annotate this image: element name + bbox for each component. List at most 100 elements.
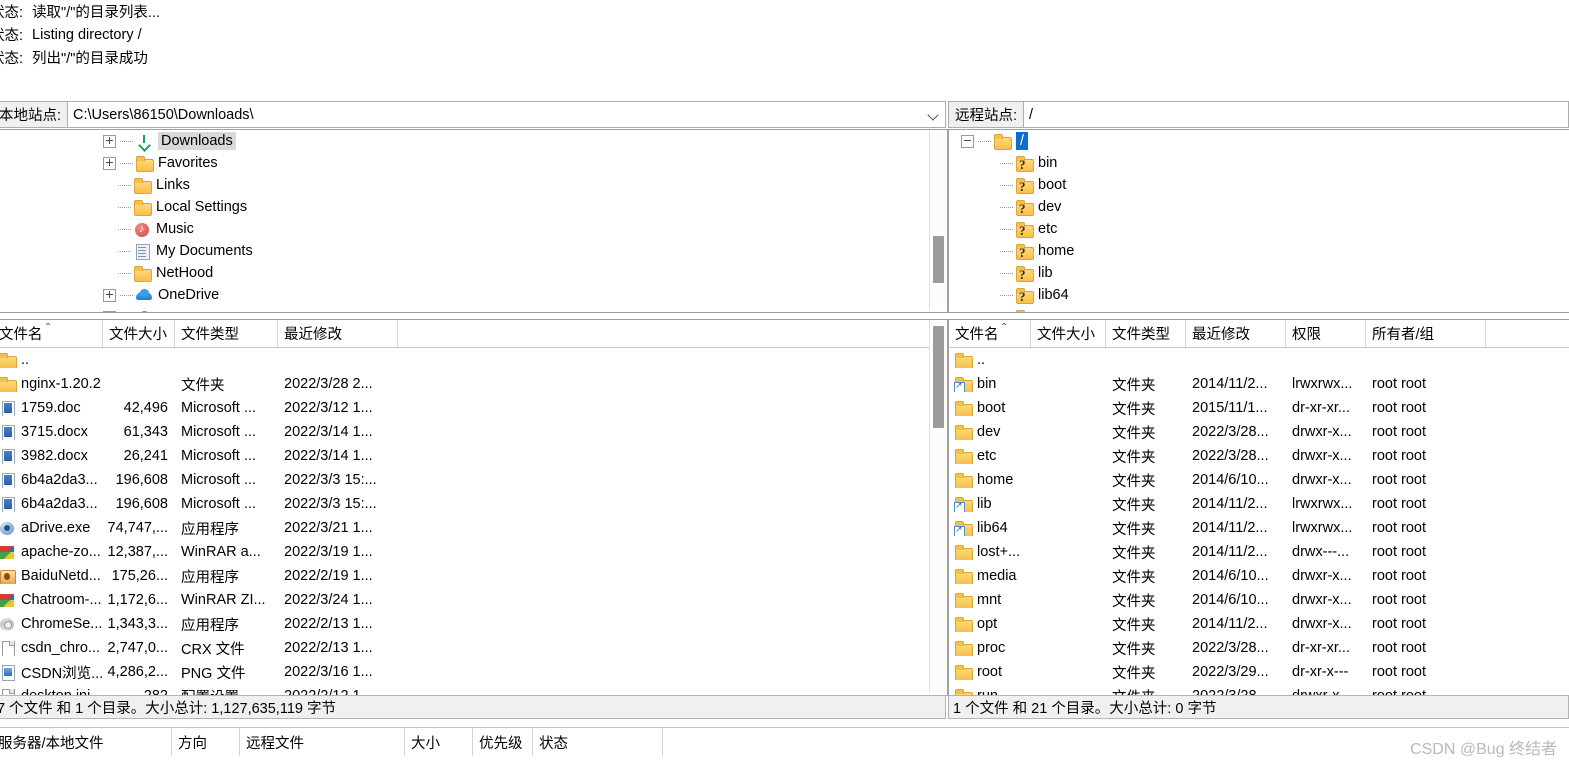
- expand-icon[interactable]: [103, 310, 116, 312]
- table-row[interactable]: mnt 文件夹 2014/6/10... drwxr-x... root root: [949, 588, 1569, 612]
- tree-item-home[interactable]: ? home: [949, 240, 1569, 262]
- local-list-header[interactable]: 文件名 ⌃ 文件大小 文件类型 最近修改: [0, 320, 947, 348]
- tree-item-favorites[interactable]: Favorites: [0, 152, 947, 174]
- tree-item-lib[interactable]: ? lib: [949, 262, 1569, 284]
- folder-icon: [955, 545, 973, 560]
- table-row[interactable]: nginx-1.20.2 文件夹 2022/3/28 2...: [0, 372, 947, 396]
- tree-item-lib64[interactable]: ? lib64: [949, 284, 1569, 306]
- table-row[interactable]: apache-zo... 12,387,... WinRAR a... 2022/3/…: [0, 540, 947, 564]
- table-row[interactable]: media 文件夹 2014/6/10... drwxr-x... root root: [949, 564, 1569, 588]
- table-row[interactable]: proc 文件夹 2022/3/28... dr-xr-xr... root root: [949, 636, 1569, 660]
- tree-item-bin[interactable]: ? bin: [949, 152, 1569, 174]
- table-row[interactable]: home 文件夹 2014/6/10... drwxr-x... root root: [949, 468, 1569, 492]
- tree-item-mydocuments[interactable]: My Documents: [0, 240, 947, 262]
- column-header-4[interactable]: 权限: [1286, 320, 1366, 347]
- log-entry-text: 列出"/"的目录成功: [32, 51, 148, 67]
- column-header-5[interactable]: 所有者/组: [1366, 320, 1486, 347]
- cell-type: 应用程序: [181, 617, 239, 634]
- tree-item-boot[interactable]: ? boot: [949, 174, 1569, 196]
- filezilla-window: 状态: 读取"/"的目录列表... 状态: Listing directory …: [0, 0, 1569, 765]
- table-row[interactable]: ..: [0, 348, 947, 372]
- table-row[interactable]: aDrive.exe 74,747,... 应用程序 2022/3/21 1...: [0, 516, 947, 540]
- local-directory-tree[interactable]: Downloads Favorites Links Local Settings Mus…: [0, 129, 948, 313]
- column-header-0[interactable]: 文件名 ⌃: [0, 320, 103, 347]
- tree-item-downloads[interactable]: Downloads: [0, 130, 947, 152]
- cell-name: dev: [949, 424, 1031, 440]
- table-row[interactable]: 6b4a2da3... 196,608 Microsoft ... 2022/3/3 …: [0, 468, 947, 492]
- column-header-0[interactable]: 文件名 ⌃: [949, 320, 1031, 347]
- remote-list-body[interactable]: .. bin文件夹2014/11/2...lrwxrwx...root rootb…: [949, 348, 1569, 695]
- tree-item-nethood[interactable]: NetHood: [0, 262, 947, 284]
- local-site-input[interactable]: C:\Users\86150\Downloads\: [67, 101, 946, 128]
- column-header-2[interactable]: 文件类型: [1106, 320, 1186, 347]
- table-row[interactable]: etc 文件夹 2022/3/28... drwxr-x... root root: [949, 444, 1569, 468]
- tree-item-clipped[interactable]: ?: [949, 306, 1569, 313]
- cell-name: ..: [949, 352, 1031, 368]
- cell-size: 12,387,...: [107, 544, 168, 560]
- table-row[interactable]: root 文件夹 2022/3/29... dr-xr-x--- root root: [949, 660, 1569, 684]
- local-tree-scroll-thumb[interactable]: [933, 236, 944, 283]
- remote-directory-tree[interactable]: /? bin? boot? dev? etc? home? lib? lib64?: [948, 129, 1569, 313]
- tree-item-onedrive[interactable]: OneDrive: [0, 284, 947, 306]
- file-name-label: opt: [977, 616, 998, 632]
- table-row[interactable]: bin 文件夹 2014/11/2... lrwxrwx... root root: [949, 372, 1569, 396]
- column-header-1[interactable]: 文件大小: [103, 320, 175, 347]
- column-header-2[interactable]: 文件类型: [175, 320, 278, 347]
- table-row[interactable]: BaiduNetd... 175,26... 应用程序 2022/2/19 1...: [0, 564, 947, 588]
- question-mark-icon: ?: [1019, 312, 1026, 313]
- remote-site-input[interactable]: /: [1023, 101, 1569, 128]
- queue-column-4[interactable]: 优先级: [473, 728, 533, 756]
- collapse-icon[interactable]: [961, 134, 974, 148]
- queue-column-3[interactable]: 大小: [405, 728, 473, 756]
- local-tree-scrollbar[interactable]: [929, 130, 947, 310]
- tree-item-[interactable]: /: [949, 130, 1569, 152]
- table-row[interactable]: boot 文件夹 2015/11/1... dr-xr-xr... root root: [949, 396, 1569, 420]
- column-header-3[interactable]: 最近修改: [1186, 320, 1286, 347]
- table-row[interactable]: ..: [949, 348, 1569, 372]
- local-file-list[interactable]: 文件名 ⌃ 文件大小 文件类型 最近修改 .. nginx-1.20.2 文件夹 2022/3…: [0, 319, 948, 696]
- table-row[interactable]: lib 文件夹 2014/11/2... lrwxrwx... root root: [949, 492, 1569, 516]
- expand-icon[interactable]: [103, 134, 116, 148]
- table-row[interactable]: ChromeSe... 1,343,3... 应用程序 2022/2/13 1...: [0, 612, 947, 636]
- cell-type: Microsoft ...: [181, 400, 256, 416]
- tree-item-music[interactable]: Music: [0, 218, 947, 240]
- file-name-label: root: [977, 664, 1002, 680]
- chevron-down-icon[interactable]: [927, 108, 941, 122]
- table-row[interactable]: 1759.doc 42,496 Microsoft ... 2022/3/12 1..…: [0, 396, 947, 420]
- queue-column-5[interactable]: 状态: [533, 728, 663, 756]
- local-list-body[interactable]: .. nginx-1.20.2 文件夹 2022/3/28 2... 1759.doc 4…: [0, 348, 947, 695]
- remote-file-list[interactable]: 文件名⌃ 文件大小 文件类型 最近修改 权限 所有者/组 .. bin 文件夹 2014/11/…: [948, 319, 1569, 696]
- expand-icon[interactable]: [103, 156, 116, 170]
- transfer-queue-header[interactable]: 服务器/本地文件 方向 远程文件 大小 优先级 状态: [0, 727, 1569, 756]
- file-icon: [0, 641, 16, 656]
- table-row[interactable]: lost+... 文件夹 2014/11/2... drwx---... root ro…: [949, 540, 1569, 564]
- column-header-3[interactable]: 最近修改: [278, 320, 398, 347]
- tree-item-localsettings[interactable]: Local Settings: [0, 196, 947, 218]
- remote-list-header[interactable]: 文件名 ⌃ 文件大小 文件类型 最近修改 权限 所有者/组: [949, 320, 1569, 348]
- local-list-scrollbar[interactable]: [929, 320, 947, 693]
- queue-column-1[interactable]: 方向: [172, 728, 240, 756]
- table-row[interactable]: 6b4a2da3... 196,608 Microsoft ... 2022/3/3 …: [0, 492, 947, 516]
- question-mark-icon: ?: [1019, 244, 1026, 260]
- tree-item-etc[interactable]: ? etc: [949, 218, 1569, 240]
- column-header-1[interactable]: 文件大小: [1031, 320, 1106, 347]
- file-name-label: 1759.doc: [21, 400, 81, 416]
- table-row[interactable]: lib64 文件夹 2014/11/2... lrwxrwx... root root: [949, 516, 1569, 540]
- table-row[interactable]: Chatroom-... 1,172,6... WinRAR ZI... 2022/3…: [0, 588, 947, 612]
- queue-column-0[interactable]: 服务器/本地文件: [0, 728, 172, 756]
- local-list-scroll-thumb[interactable]: [933, 326, 944, 428]
- table-row[interactable]: dev 文件夹 2022/3/28... drwxr-x... root root: [949, 420, 1569, 444]
- tree-item-dev[interactable]: ? dev: [949, 196, 1569, 218]
- table-row[interactable]: csdn_chro... 2,747,0... CRX 文件 2022/2/13 1.…: [0, 636, 947, 660]
- table-row[interactable]: 3715.docx 61,343 Microsoft ... 2022/3/14 1.…: [0, 420, 947, 444]
- cell-name: opt: [949, 616, 1031, 632]
- tree-item-links[interactable]: Links: [0, 174, 947, 196]
- queue-column-2[interactable]: 远程文件: [240, 728, 405, 756]
- tree-item-clipped[interactable]: [0, 306, 947, 312]
- file-name-label: bin: [977, 376, 997, 392]
- table-row[interactable]: CSDN浏览... 4,286,2... PNG 文件 2022/3/16 1...: [0, 660, 947, 684]
- table-row[interactable]: 3982.docx 26,241 Microsoft ... 2022/3/14 1.…: [0, 444, 947, 468]
- table-row[interactable]: opt 文件夹 2014/11/2... drwxr-x... root root: [949, 612, 1569, 636]
- expand-icon[interactable]: [103, 288, 116, 302]
